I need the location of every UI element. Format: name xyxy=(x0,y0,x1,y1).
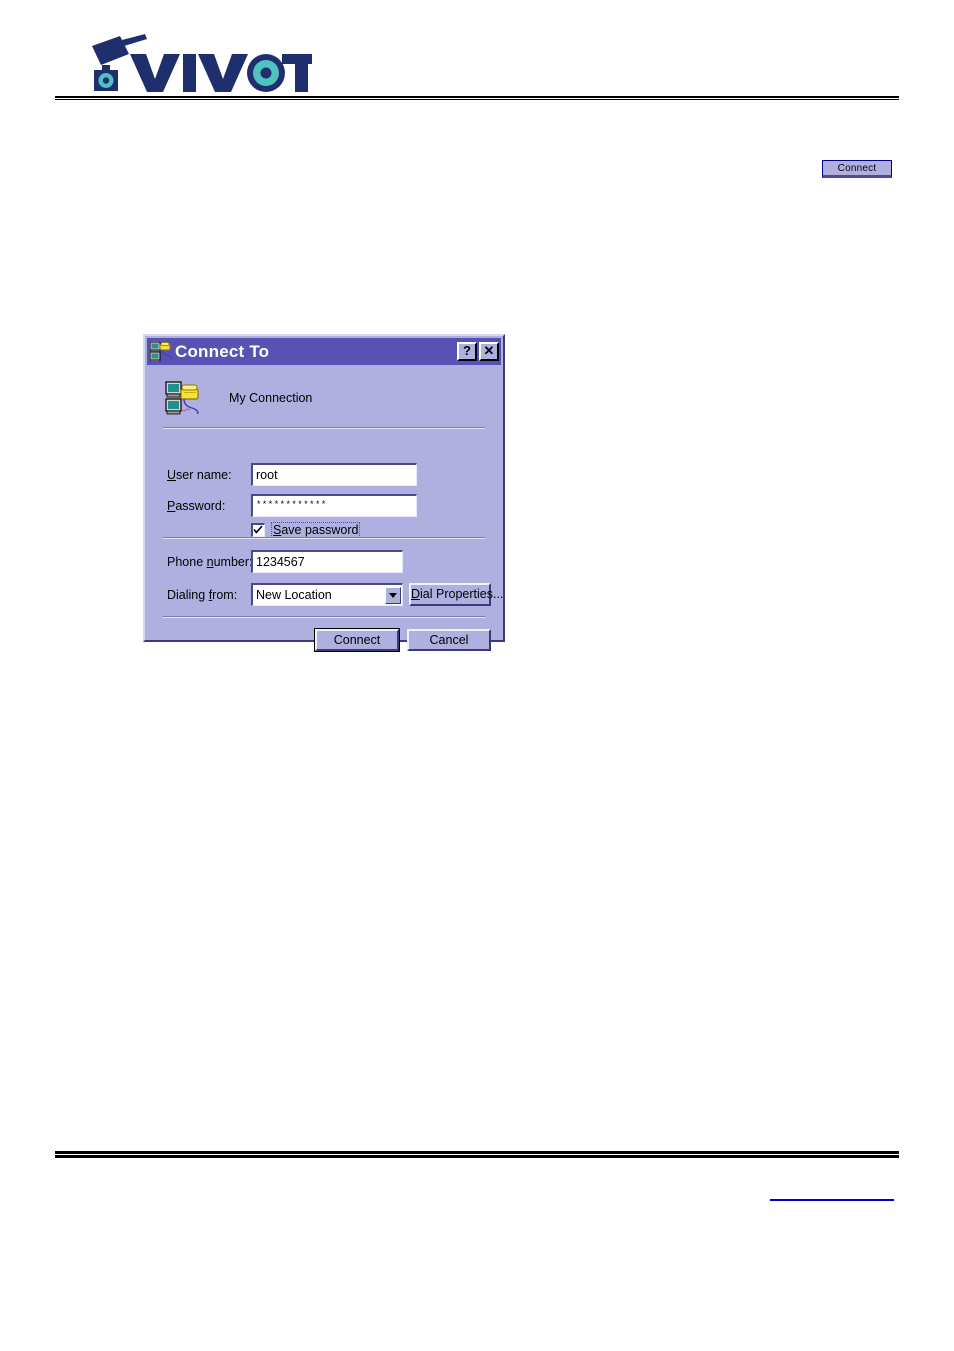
separator-top xyxy=(163,427,485,429)
dialog-title: Connect To xyxy=(175,341,270,361)
save-password-label-rest: ave password xyxy=(281,523,359,537)
dial-properties-accel: D xyxy=(411,587,421,601)
close-icon[interactable]: ✕ xyxy=(479,342,499,361)
footer-link[interactable] xyxy=(770,1185,894,1201)
password-input[interactable]: ************ xyxy=(251,494,417,517)
username-input[interactable]: root xyxy=(251,463,417,486)
page-header xyxy=(0,0,954,105)
cancel-button[interactable]: Cancel xyxy=(407,629,491,651)
footer-divider xyxy=(55,1151,899,1158)
dialog-body: My Connection User name: root Password: … xyxy=(147,365,503,652)
username-label-rest: ser name: xyxy=(176,468,232,482)
separator-bottom xyxy=(163,616,485,618)
connect-button[interactable]: Connect xyxy=(314,628,400,652)
phone-label-pre: Phone xyxy=(167,555,207,569)
chevron-down-icon[interactable] xyxy=(385,586,401,604)
dialup-connection-icon xyxy=(165,380,201,416)
dialing-from-label: Dialing from: xyxy=(167,588,237,602)
connection-computers-phone-icon xyxy=(149,341,173,362)
vivotek-wordmark xyxy=(130,54,312,92)
dialing-label-pre: Dialing xyxy=(167,588,209,602)
username-accel: U xyxy=(167,468,177,482)
checkmark-icon[interactable] xyxy=(251,523,265,537)
help-button[interactable]: ? xyxy=(457,342,477,361)
connection-name: My Connection xyxy=(229,391,313,405)
dial-properties-label: ial Properties... xyxy=(420,587,504,601)
dialing-label-rest: rom: xyxy=(212,588,238,602)
header-divider xyxy=(55,96,899,101)
phone-label-rest: umber: xyxy=(213,555,253,569)
phone-number-label: Phone number: xyxy=(167,555,252,569)
save-password-label: Save password xyxy=(271,522,361,538)
dialing-from-select[interactable]: New Location xyxy=(251,583,403,606)
dialog-titlebar[interactable]: Connect To ? ✕ xyxy=(147,338,501,365)
dial-properties-button[interactable]: Dial Properties... xyxy=(409,583,503,606)
connect-to-dialog: Connect To ? ✕ My Connection User name: … xyxy=(143,334,505,652)
save-password-checkbox[interactable]: Save password xyxy=(251,522,361,538)
username-label: User name: xyxy=(167,468,232,482)
password-label: Password: xyxy=(167,499,225,513)
connection-header-row: My Connection xyxy=(165,377,485,419)
separator-middle xyxy=(163,537,485,539)
vivotek-logo xyxy=(82,32,312,94)
inline-connect-button[interactable]: Connect xyxy=(822,160,892,178)
dialing-from-value: New Location xyxy=(256,588,332,602)
phone-accel: n xyxy=(206,555,214,569)
phone-number-input[interactable]: 1234567 xyxy=(251,550,403,573)
password-label-rest: assword: xyxy=(175,499,226,513)
